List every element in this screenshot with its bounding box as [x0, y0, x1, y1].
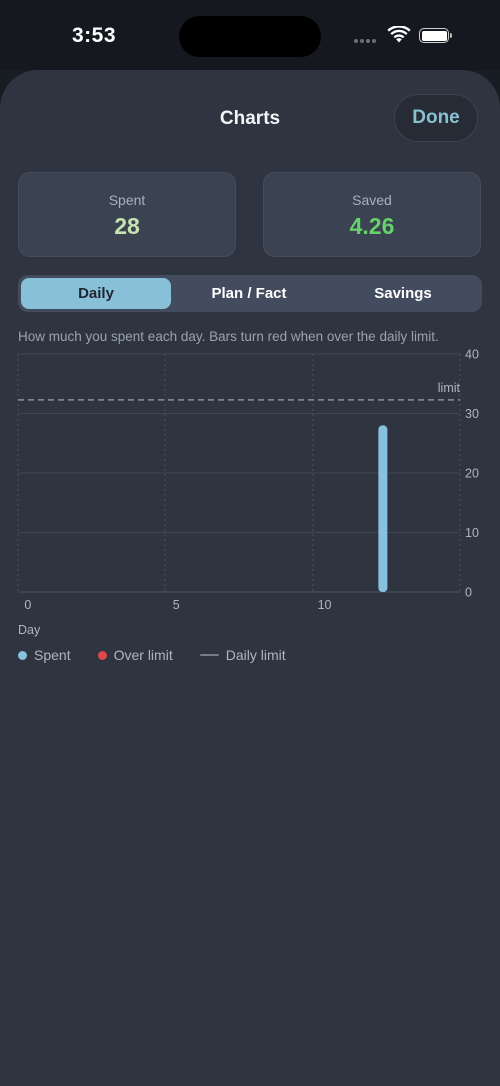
legend-swatch-over-limit — [97, 650, 107, 660]
spent-value: 28 — [114, 213, 140, 239]
legend-item-spent: Spent — [18, 647, 71, 663]
legend-item-daily-limit: Daily limit — [199, 647, 286, 663]
tab-plan-fact[interactable]: Plan / Fact — [174, 278, 324, 309]
saved-card: Saved 4.26 — [263, 172, 481, 257]
x-tick-label: 10 — [318, 598, 332, 612]
x-axis-title: Day — [18, 623, 41, 637]
y-tick-label: 40 — [465, 348, 479, 362]
legend-label-spent: Spent — [34, 647, 71, 663]
wifi-icon — [387, 26, 411, 43]
chart-legend: Spent Over limit Daily limit — [18, 647, 313, 663]
saved-label: Saved — [352, 192, 392, 208]
x-tick-label: 5 — [173, 598, 180, 612]
legend-label-daily-limit: Daily limit — [225, 647, 286, 663]
done-button[interactable]: Done — [394, 94, 478, 142]
chart-type-segmented-control: Daily Plan / Fact Savings — [18, 275, 482, 312]
spent-card: Spent 28 — [18, 172, 236, 257]
legend-item-over-limit: Over limit — [97, 647, 173, 663]
bar-day-12 — [378, 425, 388, 592]
y-tick-label: 20 — [465, 467, 479, 481]
legend-swatch-spent — [18, 650, 27, 660]
daily-spending-chart: limit 0 10 20 30 40 0 5 10 — [17, 348, 479, 612]
battery-icon — [419, 28, 449, 43]
y-tick-label: 30 — [465, 407, 479, 421]
legend-label-over-limit: Over limit — [113, 647, 173, 663]
legend-swatch-daily-limit — [199, 654, 219, 656]
saved-value: 4.26 — [349, 213, 395, 239]
status-time: 3:53 — [72, 24, 117, 47]
y-tick-label: 0 — [465, 586, 472, 600]
status-bar: 3:53 — [0, 0, 500, 70]
cellular-signal-icon — [354, 39, 376, 43]
tab-savings[interactable]: Savings — [327, 278, 479, 309]
x-tick-label: 0 — [24, 598, 31, 612]
dynamic-island — [179, 16, 321, 57]
tab-daily[interactable]: Daily — [21, 278, 171, 309]
daily-limit-label: limit — [438, 381, 461, 395]
spent-label: Spent — [108, 192, 146, 208]
y-tick-label: 10 — [465, 526, 479, 540]
